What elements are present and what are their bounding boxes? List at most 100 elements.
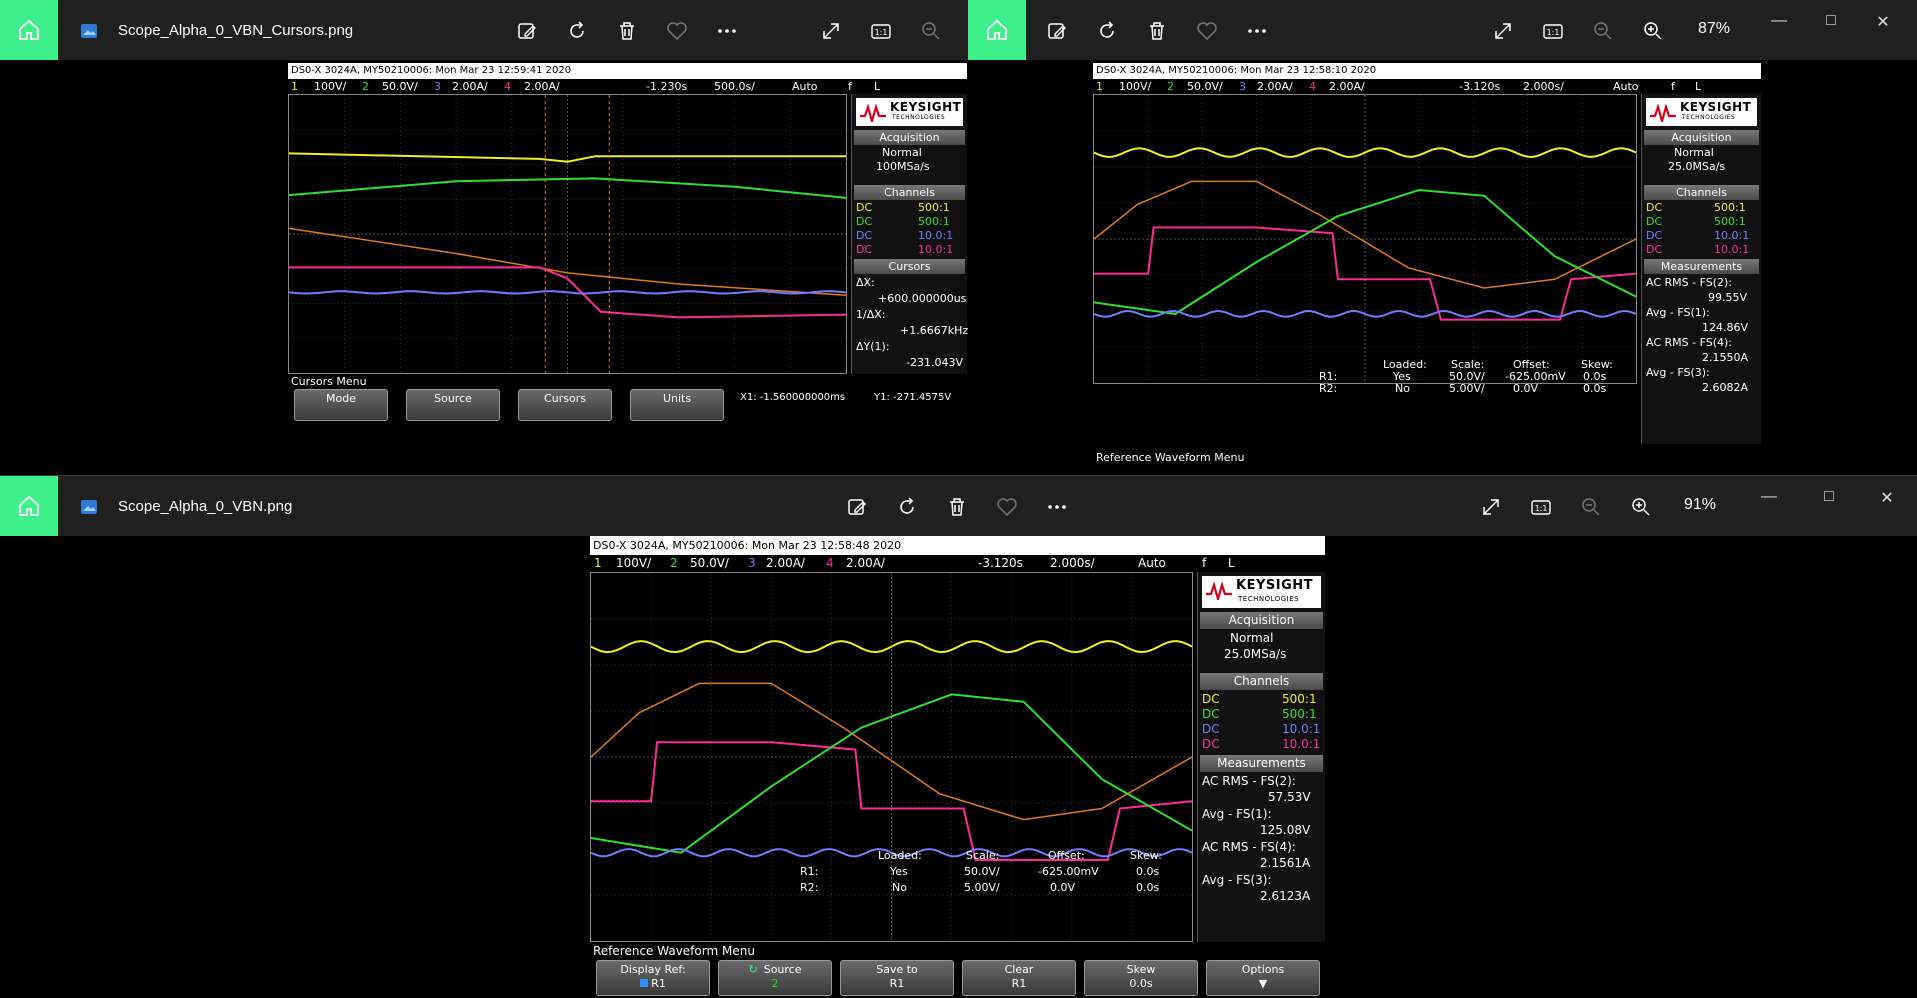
softkey-clear[interactable]: Clear R1 (962, 960, 1076, 996)
ch3-probe: 10.0:1 (1714, 229, 1750, 242)
rotate-icon[interactable] (566, 20, 588, 42)
close-icon[interactable]: ✕ (1876, 488, 1898, 510)
softkey-label: Options (1241, 963, 1285, 976)
rotate-knob-icon: ↻ (748, 963, 758, 976)
softkey-save-to[interactable]: Save to R1 (840, 960, 954, 996)
fullscreen-icon[interactable] (1492, 20, 1514, 42)
zoom-level: 87% (1698, 20, 1731, 37)
minimize-icon[interactable]: — (1758, 488, 1780, 510)
ch2-scale: 50.0V/ (690, 556, 729, 570)
delete-icon[interactable] (616, 20, 638, 42)
favorite-icon[interactable] (996, 496, 1018, 518)
delete-icon[interactable] (946, 496, 968, 518)
softkey-label: Display Ref: (620, 963, 686, 976)
edit-image-icon[interactable] (516, 20, 538, 42)
home-button[interactable] (968, 0, 1026, 60)
ch1-coupling: DC (856, 201, 873, 214)
svg-text:1:1: 1:1 (1547, 28, 1560, 37)
acquisition-mode: Normal (1230, 631, 1274, 645)
favorite-icon[interactable] (1196, 20, 1218, 42)
ch4-scale: 2.00A/ (846, 556, 885, 570)
softkey-display-ref[interactable]: Display Ref: R1 (596, 960, 710, 996)
delete-icon[interactable] (1146, 20, 1168, 42)
softkey-value: R1 (1011, 977, 1027, 990)
delta-x-value: +600.000000us (878, 292, 967, 305)
ref-r1-loaded: Yes (890, 865, 908, 878)
home-button[interactable] (0, 476, 58, 536)
measurement-value: 125.08V (1260, 823, 1311, 837)
sample-rate: 100MSa/s (876, 160, 930, 173)
softkey-value: R1 (889, 977, 905, 990)
fullscreen-icon[interactable] (1480, 496, 1502, 518)
softkey-cursors[interactable]: Cursors (518, 389, 612, 421)
ch2-coupling: DC (1202, 707, 1220, 721)
more-options-icon[interactable] (716, 20, 738, 42)
zoom-out-icon[interactable] (920, 20, 942, 42)
minimize-icon[interactable]: — (1768, 12, 1790, 34)
waveform-plot (1093, 94, 1637, 384)
channel-bar: 1 100V/ 2 50.0V/ 3 2.00A/ 4 2.00A/ -3.12… (590, 555, 1325, 572)
keysight-logo: KEYSIGHT TECHNOLOGIES (1646, 98, 1757, 126)
softkey-label-row: ↻ Source (719, 963, 831, 977)
keysight-wave-icon (860, 104, 886, 122)
softkey-value-row: R1 (597, 977, 709, 991)
fullscreen-icon[interactable] (820, 20, 842, 42)
softkey-source[interactable]: ↻ Source 2 (718, 960, 832, 996)
scope-screenshot-main: DS0-X 3024A, MY50210006: Mon Mar 23 12:5… (590, 536, 1325, 998)
softkey-label: Mode (326, 392, 356, 405)
zoom-out-icon[interactable] (1592, 20, 1614, 42)
edit-image-icon[interactable] (1046, 20, 1068, 42)
trigger-icon: f (1202, 556, 1207, 570)
softkey-skew[interactable]: Skew 0.0s (1084, 960, 1198, 996)
ch2-probe: 500:1 (918, 215, 950, 228)
acquisition-header: Acquisition (854, 130, 965, 145)
ch4-coupling: DC (1202, 737, 1220, 751)
home-button[interactable] (0, 0, 58, 60)
photo-window-main: Scope_Alpha_0_VBN.png 1:1 91% — □ ✕ DS0-… (0, 475, 1917, 998)
ch2-probe: 500:1 (1282, 707, 1317, 721)
actual-size-icon[interactable]: 1:1 (1530, 496, 1552, 518)
ch4-scale: 2.00A/ (524, 80, 560, 93)
ch1-label: 1 (594, 556, 602, 570)
maximize-icon[interactable]: □ (1820, 12, 1842, 34)
softkey-options[interactable]: Options ▼ (1206, 960, 1320, 996)
actual-size-icon[interactable]: 1:1 (1542, 20, 1564, 42)
timebase: 2.000s/ (1523, 80, 1564, 93)
rotate-icon[interactable] (896, 496, 918, 518)
reference-menu-label: Reference Waveform Menu (1096, 451, 1245, 464)
ch3-label: 3 (748, 556, 756, 570)
softkey-units[interactable]: Units (630, 389, 724, 421)
more-options-icon[interactable] (1046, 496, 1068, 518)
softkey-mode[interactable]: Mode (294, 389, 388, 421)
ref-trace (289, 227, 846, 296)
actual-size-icon[interactable]: 1:1 (870, 20, 892, 42)
zoom-out-icon[interactable] (1580, 496, 1602, 518)
ch1-coupling: DC (1646, 201, 1663, 214)
channels-header: Channels (854, 185, 965, 200)
ch4-label: 4 (1309, 80, 1316, 93)
trigger-level: L (1695, 80, 1702, 93)
zoom-in-icon[interactable] (1630, 496, 1652, 518)
ch4-label: 4 (504, 80, 511, 93)
favorite-icon[interactable] (666, 20, 688, 42)
maximize-icon[interactable]: □ (1818, 488, 1840, 510)
acquisition-header: Acquisition (1200, 612, 1323, 629)
photo-window-cursors: Scope_Alpha_0_VBN_Cursors.png 1:1 DS0-X … (0, 0, 968, 475)
waveform-svg (289, 95, 846, 373)
keysight-wave-icon (1650, 104, 1676, 122)
edit-image-icon[interactable] (846, 496, 868, 518)
measurement-value: 57.53V (1268, 790, 1311, 804)
delta-y-value: -231.043V (906, 356, 963, 369)
softkey-source[interactable]: Source (406, 389, 500, 421)
scope-header: DS0-X 3024A, MY50210006: Mon Mar 23 12:5… (590, 536, 1325, 555)
ch4-label: 4 (826, 556, 834, 570)
scope-screenshot-reference: DS0-X 3024A, MY50210006: Mon Mar 23 12:5… (1093, 63, 1761, 475)
measurement-label: AC RMS - FS(2): (1202, 774, 1296, 788)
close-icon[interactable]: ✕ (1872, 12, 1894, 34)
softkey-value: 2 (771, 977, 779, 990)
more-options-icon[interactable] (1246, 20, 1268, 42)
timebase: 2.000s/ (1050, 556, 1095, 570)
zoom-in-icon[interactable] (1642, 20, 1664, 42)
softkey-label: Cursors (544, 392, 586, 405)
rotate-icon[interactable] (1096, 20, 1118, 42)
